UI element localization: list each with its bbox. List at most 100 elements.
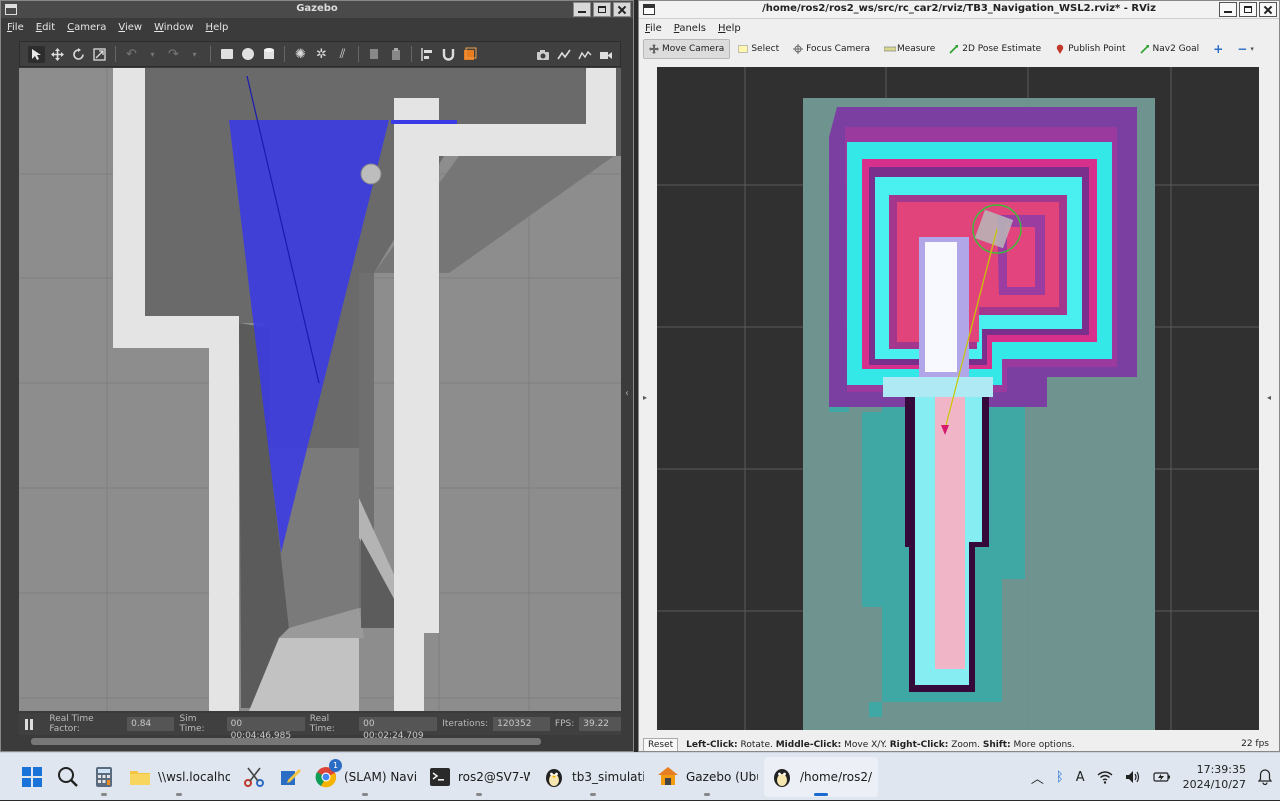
sim-time-label: Sim Time: (179, 714, 205, 734)
move-camera-tool[interactable]: Move Camera (643, 39, 731, 59)
menu-file[interactable]: File (645, 23, 662, 34)
rviz-tools-toolbar: Move Camera Select Focus Camera Measure … (643, 38, 1277, 60)
menu-help[interactable]: Help (206, 22, 229, 33)
redo-history-icon[interactable]: ▾ (186, 46, 203, 63)
horizontal-scrollbar[interactable] (31, 738, 541, 745)
folder-icon (130, 770, 150, 785)
align-icon[interactable] (419, 46, 436, 63)
menu-file[interactable]: File (7, 22, 24, 33)
goal-arrow-icon (1139, 44, 1150, 54)
menu-panels[interactable]: Panels (674, 23, 706, 34)
point-light-icon[interactable]: ✺ (292, 46, 309, 63)
pause-icon[interactable] (25, 718, 34, 730)
bluetooth-icon[interactable]: ᛒ (1056, 770, 1064, 785)
minus-icon: − (1237, 42, 1248, 56)
measure-tool[interactable]: Measure (878, 39, 941, 59)
gazebo-toolbar: ↶ ▾ ↷ ▾ ✺ ✲ ⫽ (19, 41, 621, 67)
undo-history-icon[interactable]: ▾ (144, 46, 161, 63)
clock-time: 17:39:35 (1196, 763, 1246, 776)
scale-mode-icon[interactable] (91, 46, 108, 63)
ime-indicator[interactable]: A (1076, 770, 1085, 785)
select-tool[interactable]: Select (732, 39, 785, 59)
taskbar-app-chrome[interactable]: 1 (SLAM) Navig (308, 757, 422, 797)
scissors-icon (244, 767, 264, 787)
taskbar-app-linux[interactable]: tb3_simulatio (536, 757, 650, 797)
gazebo-window-title: Gazebo (296, 3, 338, 14)
redo-icon[interactable]: ↷ (165, 46, 182, 63)
close-button[interactable] (613, 2, 631, 17)
start-button[interactable] (14, 757, 50, 797)
publish-point-tool[interactable]: Publish Point (1049, 39, 1131, 59)
snipping-tool-taskbar-button[interactable] (236, 757, 272, 797)
cylinder-shape-icon[interactable] (260, 46, 277, 63)
paste-icon[interactable] (387, 46, 404, 63)
taskbar-app-gazebo[interactable]: Gazebo (Ubur (650, 757, 764, 797)
battery-charging-icon[interactable] (1152, 771, 1171, 783)
volume-icon[interactable] (1125, 770, 1141, 784)
hint-middle-click: Middle-Click: (775, 739, 842, 750)
tux-icon (546, 768, 562, 787)
rviz-titlebar[interactable]: /home/ros2/ros2_ws/src/rc_car2/rviz/TB3_… (639, 1, 1279, 19)
minimize-button[interactable] (573, 2, 591, 17)
nav2-goal-tool[interactable]: Nav2 Goal (1134, 39, 1206, 59)
show-hidden-icons-chevron-icon[interactable]: ︿ (1031, 768, 1044, 787)
translate-mode-icon[interactable] (49, 46, 66, 63)
select-icon (738, 44, 749, 54)
2d-pose-estimate-tool[interactable]: 2D Pose Estimate (943, 39, 1047, 59)
minimize-button[interactable] (1219, 2, 1237, 17)
move-camera-icon (649, 44, 659, 54)
gazebo-titlebar[interactable]: Gazebo (1, 1, 633, 19)
maximize-button[interactable] (1239, 2, 1257, 17)
taskbar-app-rviz[interactable]: /home/ros2/r (764, 756, 878, 797)
real-time-label: Real Time: (309, 714, 335, 734)
rviz-right-panel-handle[interactable] (1265, 67, 1277, 730)
close-button[interactable] (1259, 2, 1277, 17)
search-icon (58, 766, 78, 787)
taskbar-app-terminal[interactable]: ros2@SV7-W (422, 757, 536, 797)
focus-camera-icon (793, 44, 804, 54)
add-tool-button[interactable]: + (1207, 39, 1229, 59)
menu-camera[interactable]: Camera (67, 22, 106, 33)
maximize-button[interactable] (593, 2, 611, 17)
hint-left-action: Rotate. (737, 739, 776, 750)
gazebo-side-panel-handle[interactable] (622, 68, 633, 738)
wifi-icon[interactable] (1097, 770, 1113, 784)
hint-shift-action: More options. (1010, 739, 1075, 750)
search-button[interactable] (50, 757, 86, 797)
gazebo-icon (658, 766, 678, 785)
focus-camera-tool[interactable]: Focus Camera (787, 39, 876, 59)
menu-help[interactable]: Help (718, 23, 741, 34)
rotate-mode-icon[interactable] (70, 46, 87, 63)
plot-icon[interactable] (576, 46, 593, 63)
spot-light-icon[interactable]: ✲ (313, 46, 330, 63)
directional-light-icon[interactable]: ⫽ (334, 46, 351, 63)
robot-model[interactable] (360, 163, 382, 185)
system-clock[interactable]: 17:39:35 2024/10/27 (1183, 762, 1246, 792)
notes-taskbar-button[interactable] (272, 757, 308, 797)
menu-window[interactable]: Window (154, 22, 193, 33)
menu-view[interactable]: View (118, 22, 142, 33)
remove-tool-button[interactable]: − ▾ (1231, 39, 1260, 59)
fps-value: 39.22 (579, 717, 621, 731)
screenshot-camera-icon[interactable] (534, 46, 551, 63)
reset-button[interactable]: Reset (643, 737, 679, 751)
log-icon[interactable] (555, 46, 572, 63)
video-record-icon[interactable] (597, 46, 614, 63)
rviz-left-panel-handle[interactable] (641, 67, 653, 730)
calculator-taskbar-button[interactable] (86, 757, 122, 797)
box-shape-icon[interactable] (218, 46, 235, 63)
undo-icon[interactable]: ↶ (123, 46, 140, 63)
copy-icon[interactable] (366, 46, 383, 63)
menu-edit[interactable]: Edit (36, 22, 55, 33)
taskbar-app-explorer[interactable]: \\wsl.localhos (122, 757, 236, 797)
notification-bell-icon[interactable] (1258, 769, 1272, 785)
gazebo-3d-viewport[interactable] (19, 68, 621, 711)
change-view-icon[interactable] (461, 46, 478, 63)
plus-icon: + (1213, 42, 1224, 56)
hint-left-click: Left-Click: (686, 739, 738, 750)
rviz-3d-view[interactable] (657, 67, 1259, 730)
select-mode-icon[interactable] (28, 45, 45, 63)
sphere-shape-icon[interactable] (239, 46, 256, 63)
real-time-value: 00 00:02:24.709 (359, 717, 438, 741)
snap-icon[interactable] (440, 46, 457, 63)
